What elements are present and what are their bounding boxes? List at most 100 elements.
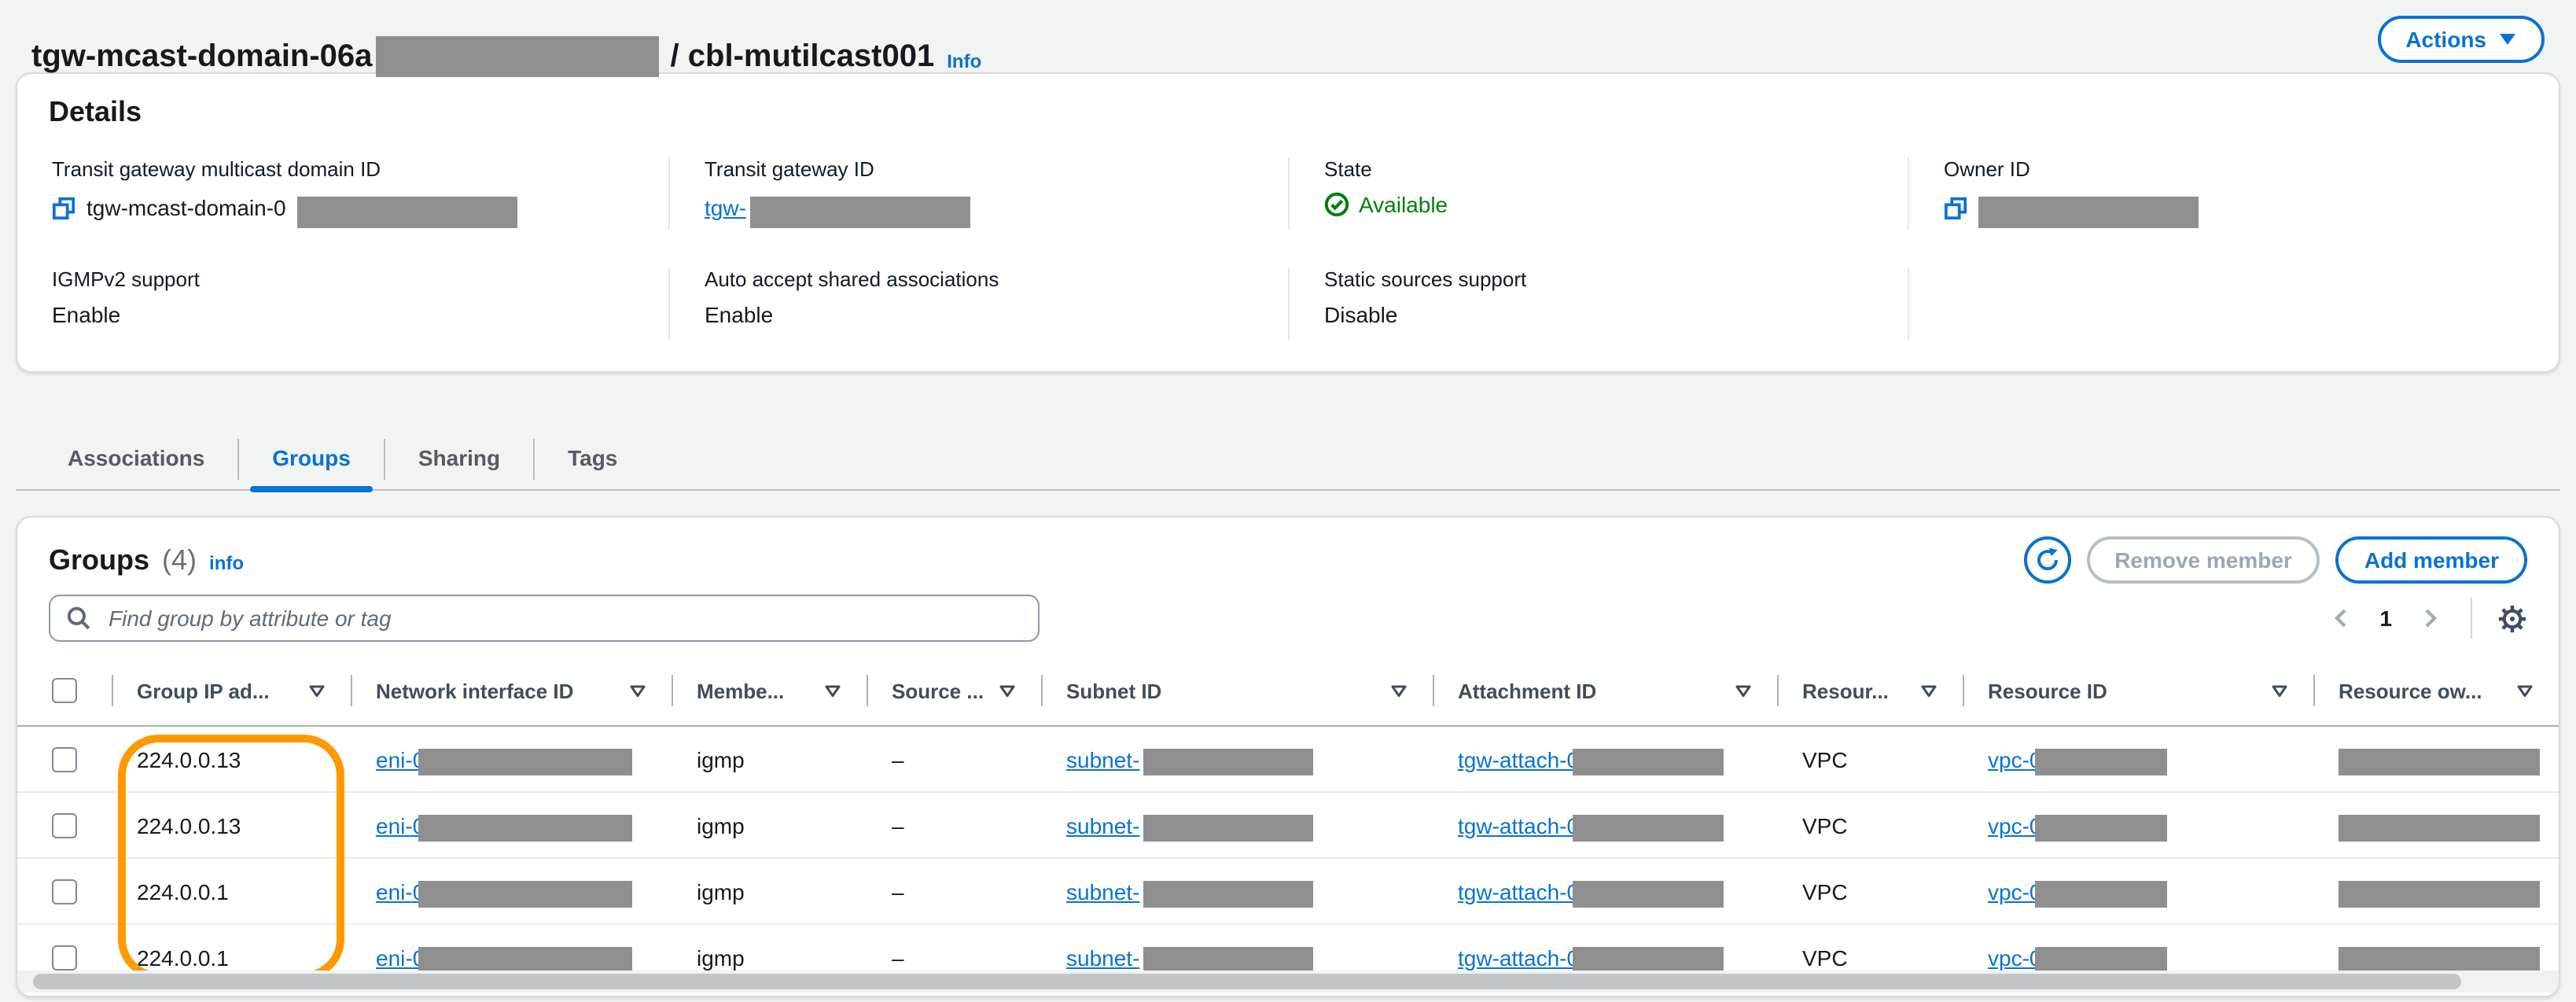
- field-auto-accept: Auto accept shared associations Enable: [668, 267, 1288, 340]
- network-interface-link[interactable]: eni-0: [376, 812, 425, 838]
- group-ip-value: 224.0.0.13: [137, 746, 241, 772]
- redacted-value: [2339, 748, 2540, 775]
- column-header-member-type[interactable]: Membe...: [672, 656, 867, 725]
- page-number[interactable]: 1: [2376, 606, 2395, 631]
- redacted-value: [1573, 880, 1724, 907]
- search-input[interactable]: [105, 604, 1022, 632]
- group-ip-value: 224.0.0.1: [137, 879, 229, 904]
- settings-icon: [2497, 603, 2527, 633]
- column-header-resource-type[interactable]: Resour...: [1777, 656, 1963, 725]
- attachment-link[interactable]: tgw-attach-0: [1458, 879, 1579, 904]
- field-value: tgw-mcast-domain-0: [86, 195, 286, 220]
- member-type-value: igmp: [697, 812, 745, 838]
- group-ip-value: 224.0.0.13: [137, 812, 241, 838]
- previous-page-button[interactable]: [2326, 602, 2357, 634]
- redacted-value: [1978, 197, 2199, 228]
- copy-icon[interactable]: [1944, 196, 1967, 219]
- subnet-link[interactable]: subnet-: [1066, 945, 1139, 970]
- field-label: State: [1324, 157, 1908, 181]
- resource-type-value: VPC: [1802, 879, 1848, 904]
- resource-id-link[interactable]: vpc-0: [1988, 879, 2041, 904]
- resource-type-value: VPC: [1802, 812, 1848, 838]
- field-value: Enable: [52, 302, 120, 327]
- copy-icon[interactable]: [52, 196, 75, 219]
- filter-icon: [1390, 683, 1408, 698]
- network-interface-link[interactable]: eni-0: [376, 879, 425, 904]
- column-header-resource-id[interactable]: Resource ID: [1963, 656, 2313, 725]
- table-header-row: Group IP ad... Network interface ID Memb…: [17, 656, 2559, 727]
- attachment-link[interactable]: tgw-attach-0: [1458, 812, 1579, 838]
- tab-bar: Associations Groups Sharing Tags: [16, 429, 2560, 491]
- tab-associations[interactable]: Associations: [35, 429, 237, 489]
- field-label: Static sources support: [1324, 267, 1908, 291]
- column-header-attachment-id[interactable]: Attachment ID: [1433, 656, 1777, 725]
- tab-sharing[interactable]: Sharing: [385, 429, 533, 489]
- title-info-link[interactable]: Info: [947, 51, 981, 73]
- tab-tags[interactable]: Tags: [535, 429, 650, 489]
- filter-icon: [2271, 683, 2288, 698]
- column-header-network-interface[interactable]: Network interface ID: [351, 656, 672, 725]
- field-value: Disable: [1324, 302, 1397, 327]
- column-header-subnet-id[interactable]: Subnet ID: [1041, 656, 1433, 725]
- groups-info-link[interactable]: info: [209, 551, 244, 573]
- column-header-group-ip[interactable]: Group IP ad...: [112, 656, 351, 725]
- page-title-name: cbl-mutilcast001: [688, 39, 934, 76]
- pagination: 1: [2326, 598, 2527, 639]
- member-type-value: igmp: [697, 879, 745, 904]
- row-checkbox[interactable]: [52, 746, 77, 772]
- redacted-value: [1573, 814, 1724, 841]
- resource-id-link[interactable]: vpc-0: [1988, 812, 2041, 838]
- table-settings-button[interactable]: [2497, 603, 2527, 633]
- groups-table: Group IP ad... Network interface ID Memb…: [17, 656, 2559, 991]
- horizontal-scrollbar[interactable]: [33, 974, 2461, 989]
- column-header-source[interactable]: Source ...: [867, 656, 1041, 725]
- transit-gateway-link[interactable]: tgw-: [705, 195, 746, 220]
- redacted-value: [2035, 814, 2167, 841]
- subnet-link[interactable]: subnet-: [1066, 746, 1139, 772]
- filter-icon: [308, 683, 326, 698]
- field-state: State Available: [1288, 157, 1908, 230]
- network-interface-link[interactable]: eni-0: [376, 945, 425, 970]
- group-ip-value: 224.0.0.1: [137, 945, 229, 970]
- resource-type-value: VPC: [1802, 746, 1848, 772]
- resource-type-value: VPC: [1802, 945, 1848, 970]
- status-available-icon: [1324, 192, 1349, 217]
- groups-title: Groups: [49, 543, 149, 577]
- remove-member-button[interactable]: Remove member: [2086, 536, 2320, 584]
- attachment-link[interactable]: tgw-attach-0: [1458, 746, 1579, 772]
- redacted-value: [297, 197, 517, 228]
- table-row: 224.0.0.13 eni-0 igmp – subnet- tgw-atta…: [17, 793, 2559, 859]
- state-value: Available: [1359, 192, 1448, 217]
- table-row: 224.0.0.13 eni-0 igmp – subnet- tgw-atta…: [17, 727, 2559, 793]
- tab-groups[interactable]: Groups: [239, 429, 384, 489]
- row-checkbox[interactable]: [52, 945, 77, 970]
- add-member-label: Add member: [2364, 547, 2499, 573]
- row-checkbox[interactable]: [52, 879, 77, 904]
- search-box: [49, 595, 1040, 642]
- field-label: Owner ID: [1944, 157, 2527, 181]
- redacted-value: [1143, 946, 1312, 973]
- network-interface-link[interactable]: eni-0: [376, 746, 425, 772]
- select-all-checkbox[interactable]: [52, 678, 77, 703]
- details-heading: Details: [49, 96, 2527, 129]
- source-value: –: [892, 746, 904, 772]
- next-page-button[interactable]: [2414, 602, 2445, 634]
- column-header-resource-owner[interactable]: Resource ow...: [2313, 656, 2559, 725]
- field-label: Auto accept shared associations: [705, 267, 1288, 291]
- actions-button[interactable]: Actions: [2377, 16, 2545, 63]
- resource-id-link[interactable]: vpc-0: [1988, 746, 2041, 772]
- row-checkbox[interactable]: [52, 812, 77, 838]
- refresh-button[interactable]: [2023, 536, 2070, 584]
- subnet-link[interactable]: subnet-: [1066, 812, 1139, 838]
- filter-icon: [1920, 683, 1938, 698]
- add-member-button[interactable]: Add member: [2336, 536, 2527, 584]
- source-value: –: [892, 879, 904, 904]
- redacted-value: [1143, 748, 1312, 775]
- subnet-link[interactable]: subnet-: [1066, 879, 1139, 904]
- filter-icon: [999, 683, 1016, 698]
- source-value: –: [892, 945, 904, 970]
- search-icon: [66, 606, 91, 631]
- attachment-link[interactable]: tgw-attach-0: [1458, 945, 1579, 970]
- resource-id-link[interactable]: vpc-0: [1988, 945, 2041, 970]
- field-transit-gateway-id: Transit gateway ID tgw-: [668, 157, 1288, 230]
